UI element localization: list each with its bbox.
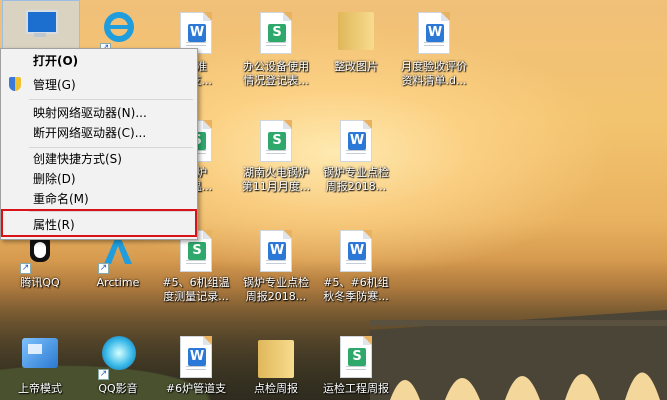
- icon-label: Arctime: [96, 276, 140, 289]
- icon-label: 腾讯QQ: [20, 276, 60, 289]
- seventeen-arch-bridge: [370, 310, 667, 400]
- qqplayer-icon: ↗: [98, 334, 138, 380]
- monitor-icon: [20, 6, 60, 52]
- icon-label: QQ影音: [98, 382, 138, 395]
- properties-highlight-box: [1, 209, 197, 237]
- word-file-6[interactable]: W #6炉管道支: [156, 334, 236, 396]
- icon-label: 运检工程周报: [323, 382, 389, 395]
- menu-separator: [29, 99, 193, 100]
- icon-label: #6炉管道支: [165, 382, 227, 395]
- excel-file-3[interactable]: S 湖南火电锅炉 第11月月度...: [236, 118, 316, 194]
- menu-item-manage[interactable]: 管理(G): [1, 75, 195, 95]
- folder-icon: [256, 334, 296, 380]
- qqplayer-shortcut[interactable]: ↗ QQ影音: [78, 334, 158, 396]
- word-file-2[interactable]: W: [394, 10, 474, 56]
- icon-label: 点检周报: [254, 382, 298, 395]
- icon-label: 办公设备使用 情况登记表...: [243, 60, 309, 87]
- icon-label: 月度验收评价 资料清单.d...: [401, 60, 467, 87]
- menu-item-map-network-drive[interactable]: 映射网络驱动器(N)...: [1, 103, 195, 123]
- icon-label: #5、6机组温 度测量记录...: [162, 276, 230, 303]
- menu-item-delete[interactable]: 删除(D): [1, 169, 195, 189]
- folder-1-label-wrap: 整改图片: [316, 58, 396, 74]
- excel-icon: S: [256, 118, 296, 164]
- word-file-4[interactable]: W 锅炉专业点检 周报2018...: [236, 228, 316, 304]
- excel-file-1-label-wrap: 办公设备使用 情况登记表...: [236, 58, 316, 88]
- excel-icon: S: [336, 334, 376, 380]
- shortcut-arrow-icon: ↗: [20, 263, 31, 274]
- word-icon: W: [256, 228, 296, 274]
- shortcut-arrow-icon: ↗: [98, 263, 109, 274]
- excel-icon: S: [256, 10, 296, 56]
- computer-icon[interactable]: [0, 0, 80, 52]
- menu-item-create-shortcut[interactable]: 创建快捷方式(S): [1, 149, 195, 169]
- menu-item-open[interactable]: 打开(O): [1, 51, 195, 71]
- excel-file-5[interactable]: S 运检工程周报: [316, 334, 396, 396]
- icon-label: 锅炉专业点检 周报2018...: [323, 166, 389, 193]
- folder-2[interactable]: 点检周报: [236, 334, 316, 396]
- word-icon: W: [336, 228, 376, 274]
- icon-label: 锅炉专业点检 周报2018...: [243, 276, 309, 303]
- word-icon: W: [176, 334, 216, 380]
- word-icon: W: [336, 118, 376, 164]
- folder-1[interactable]: [316, 6, 396, 52]
- control-panel-icon: [20, 334, 60, 380]
- icon-label: 上帝模式: [18, 382, 62, 395]
- folder-icon: [336, 6, 376, 52]
- god-mode-folder[interactable]: 上帝模式: [0, 334, 80, 396]
- menu-item-disconnect-network-drive[interactable]: 断开网络驱动器(C)...: [1, 123, 195, 143]
- menu-separator: [29, 147, 193, 148]
- word-file-3[interactable]: W 锅炉专业点检 周报2018...: [316, 118, 396, 194]
- icon-label: #5、#6机组 秋冬季防寒...: [323, 276, 389, 303]
- menu-item-rename[interactable]: 重命名(M): [1, 189, 195, 209]
- excel-file-1[interactable]: S: [236, 10, 316, 56]
- word-icon: W: [414, 10, 454, 56]
- word-file-5[interactable]: W #5、#6机组 秋冬季防寒...: [316, 228, 396, 304]
- icon-label: 整改图片: [334, 60, 378, 73]
- icon-label: 湖南火电锅炉 第11月月度...: [241, 166, 311, 193]
- context-menu: 打开(O) 管理(G) 映射网络驱动器(N)... 断开网络驱动器(C)... …: [0, 48, 198, 240]
- word-file-2-label-wrap: 月度验收评价 资料清单.d...: [394, 58, 474, 88]
- shortcut-arrow-icon: ↗: [98, 369, 109, 380]
